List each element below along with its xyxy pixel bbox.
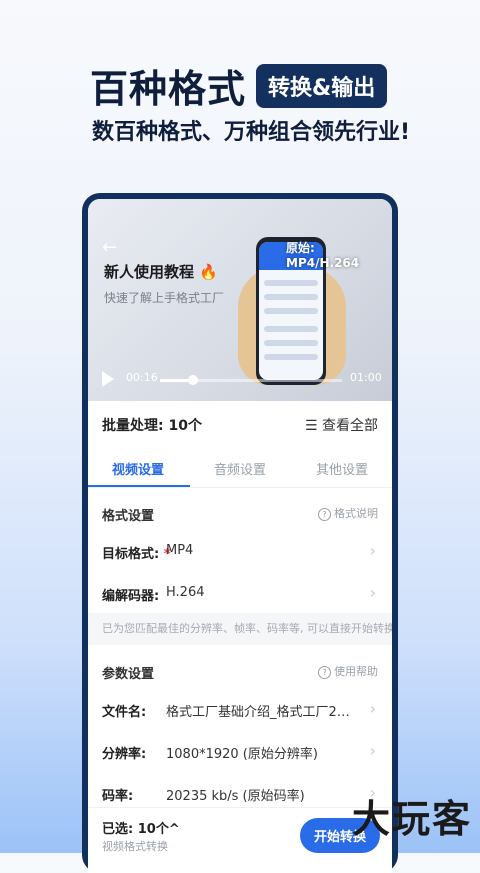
play-icon[interactable] xyxy=(102,371,114,387)
auto-match-note: 已为您匹配最佳的分辨率、帧率、码率等, 可以直接开始转换 xyxy=(88,613,392,645)
video-controls: 00:16 01:00 xyxy=(88,365,392,395)
progress-knob[interactable] xyxy=(187,375,198,385)
codec-label: 编解码器: xyxy=(102,589,160,604)
filename-value: 格式工厂基础介绍_格式工厂20220... xyxy=(166,705,356,720)
back-arrow-icon[interactable]: ← xyxy=(102,237,117,258)
resolution-value: 1080*1920 (原始分辨率) xyxy=(166,747,318,762)
total-time: 01:00 xyxy=(350,371,382,384)
mini-row xyxy=(264,354,318,360)
tab-other-settings[interactable]: 其他设置 xyxy=(292,459,392,478)
progress-track[interactable] xyxy=(160,375,342,385)
format-help-label: 格式说明 xyxy=(334,507,378,520)
hero-main-title: 百种格式 xyxy=(90,67,247,111)
view-all-button[interactable]: ☰ 查看全部 xyxy=(305,415,378,435)
question-icon: ? xyxy=(318,666,331,679)
batch-count: 批量处理: 10个 xyxy=(102,418,202,434)
question-icon: ? xyxy=(318,508,331,521)
bitrate-value: 20235 kb/s (原始码率) xyxy=(166,789,305,804)
selected-count[interactable]: 已选: 10个^ xyxy=(102,818,180,837)
mini-row xyxy=(264,294,318,300)
hero-subtitle: 数百种格式、万种组合领先行业! xyxy=(92,120,411,145)
mini-row xyxy=(264,280,318,286)
bitrate-label: 码率: xyxy=(102,789,134,804)
tab-audio-settings[interactable]: 音频设置 xyxy=(190,459,290,478)
target-format-label: 目标格式: * xyxy=(102,543,171,562)
list-icon: ☰ xyxy=(304,418,322,434)
codec-value: H.264 xyxy=(166,585,205,600)
video-format-overlay: 原始: MP4/H.264 xyxy=(286,241,360,270)
filename-row[interactable]: 文件名: 格式工厂基础介绍_格式工厂20220... › xyxy=(88,689,392,731)
target-format-value: MP4 xyxy=(166,543,194,558)
view-all-label: 查看全部 xyxy=(322,418,378,434)
resolution-label: 分辨率: xyxy=(102,747,147,762)
format-help-link[interactable]: ? 格式说明 xyxy=(318,505,378,521)
phone-frame: 原始: MP4/H.264 ← 新人使用教程 🔥 快速了解上手格式工厂 00:1… xyxy=(82,193,398,873)
video-title: 新人使用教程 🔥 xyxy=(104,263,218,281)
param-help-label: 使用帮助 xyxy=(334,665,378,678)
chevron-right-icon: › xyxy=(369,699,376,718)
chevron-right-icon: › xyxy=(369,541,376,560)
mini-row xyxy=(264,326,318,332)
tutorial-video[interactable]: 原始: MP4/H.264 ← 新人使用教程 🔥 快速了解上手格式工厂 00:1… xyxy=(88,199,392,401)
param-help-link[interactable]: ? 使用帮助 xyxy=(318,663,378,679)
target-format-row[interactable]: 目标格式: * MP4 › xyxy=(88,531,392,573)
format-section-title: 格式设置 xyxy=(102,509,155,524)
codec-row[interactable]: 编解码器: H.264 › xyxy=(88,573,392,615)
chevron-right-icon: › xyxy=(369,583,376,602)
mini-row xyxy=(264,340,318,346)
conversion-type: 视频格式转换 xyxy=(102,840,168,853)
hero-title: 百种格式 转换&输出 xyxy=(90,58,388,113)
tab-video-settings[interactable]: 视频设置 xyxy=(88,459,188,478)
phone-screen: 原始: MP4/H.264 ← 新人使用教程 🔥 快速了解上手格式工厂 00:1… xyxy=(88,199,392,873)
mini-row xyxy=(264,308,318,314)
current-time: 00:16 xyxy=(126,371,158,384)
watermark-logo: 大玩客 xyxy=(351,796,472,841)
chevron-right-icon: › xyxy=(369,741,376,760)
param-section-title: 参数设置 xyxy=(102,667,155,682)
bottom-bar: 已选: 10个^ 视频格式转换 开始转换 xyxy=(88,807,392,868)
filename-label: 文件名: xyxy=(102,705,147,720)
resolution-row[interactable]: 分辨率: 1080*1920 (原始分辨率) › xyxy=(88,731,392,773)
hero-badge: 转换&输出 xyxy=(256,63,388,108)
target-format-label-text: 目标格式: xyxy=(102,547,160,562)
settings-tabs: 视频设置 音频设置 其他设置 xyxy=(88,447,392,488)
active-tab-indicator xyxy=(88,485,190,487)
video-subtitle: 快速了解上手格式工厂 xyxy=(104,291,225,305)
